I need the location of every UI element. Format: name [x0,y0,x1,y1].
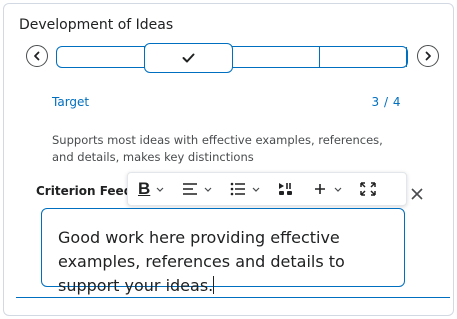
level-segment[interactable] [232,47,320,67]
level-score: 3 / 4 [371,95,401,109]
criterion-title: Development of Ideas [19,17,174,33]
previous-level-button[interactable] [26,45,48,67]
editor-toolbar: B [127,172,407,206]
chevron-right-icon [425,51,431,61]
section-divider [16,297,450,298]
close-icon[interactable] [410,187,424,201]
feedback-editor[interactable]: Good work here providing effective examp… [41,208,405,295]
level-description: Supports most ideas with effective examp… [52,133,383,164]
plus-icon [315,184,326,194]
list-button[interactable] [230,182,260,196]
feedback-label: Criterion Feedback [36,184,131,198]
level-selector [56,43,408,73]
insert-media-button[interactable] [278,182,294,196]
chevron-down-icon [252,187,260,192]
level-segment[interactable] [57,47,145,67]
checkmark-icon [182,53,195,63]
media-icon [279,183,293,195]
bold-label: B [138,179,151,198]
chevron-down-icon [204,187,212,192]
align-left-icon [183,183,198,195]
feedback-text: Good work here providing effective examp… [58,228,345,295]
fullscreen-icon [360,182,377,196]
next-level-button[interactable] [417,45,439,67]
text-cursor [213,276,215,294]
bold-button[interactable]: B [138,179,164,199]
criterion-card: Development of Ideas Target 3 / 4 Suppor… [3,3,454,316]
chevron-down-icon [156,187,164,192]
chevron-down-icon [334,187,342,192]
chevron-left-icon [34,51,40,61]
insert-button[interactable] [312,182,342,196]
selected-level[interactable] [144,43,233,73]
level-name: Target [52,95,90,109]
fullscreen-button[interactable] [360,182,377,196]
level-segment[interactable] [320,47,407,67]
bullet-list-icon [230,182,246,196]
align-button[interactable] [182,182,212,196]
